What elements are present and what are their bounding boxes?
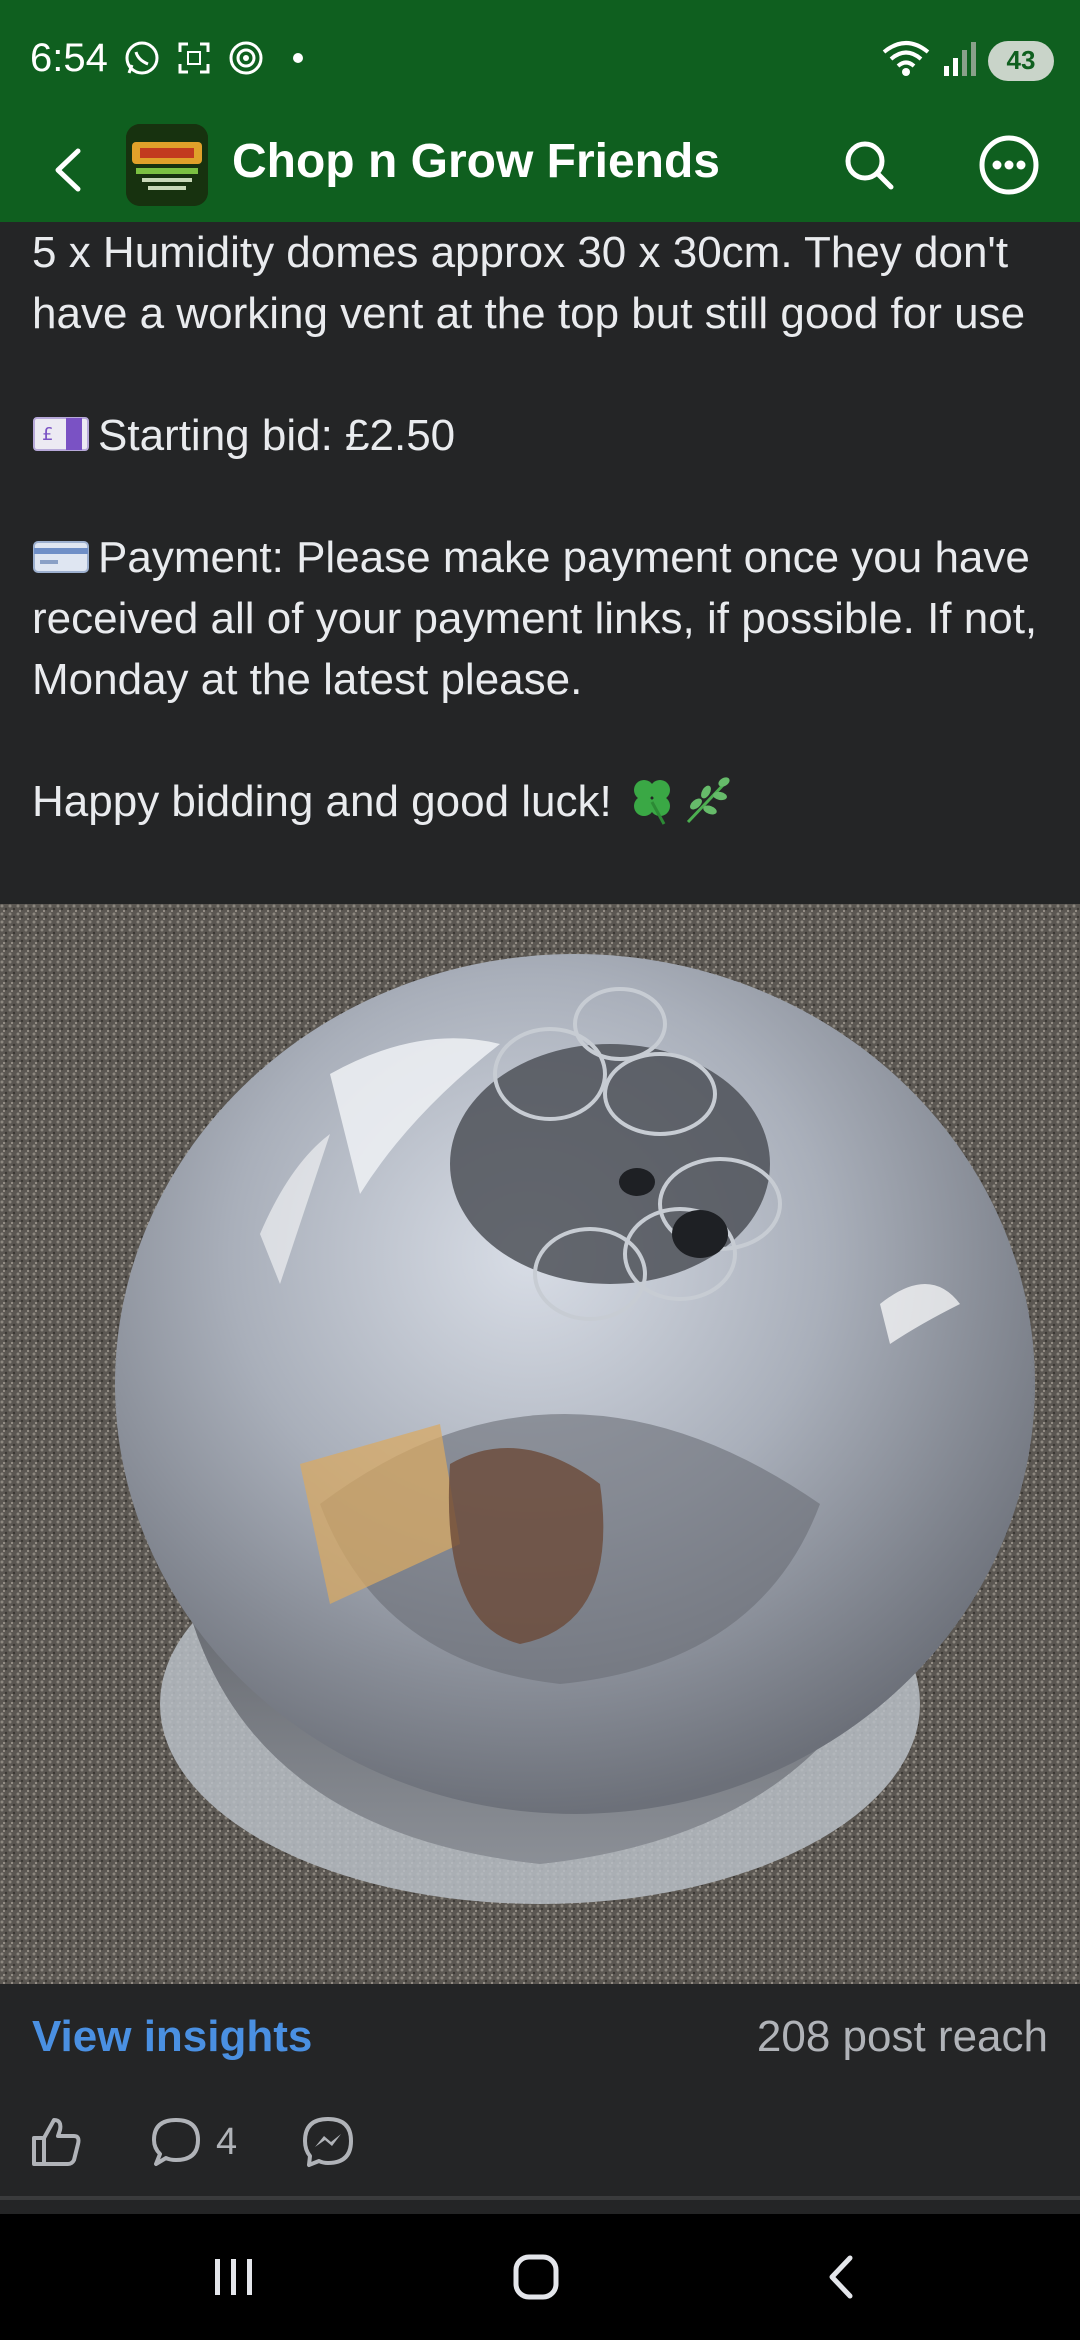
status-bar: 6:54 43 (0, 0, 1080, 120)
search-icon (845, 141, 894, 190)
notification-dot-icon (278, 38, 318, 78)
like-icon (32, 2118, 81, 2166)
more-icon (979, 135, 1039, 195)
comment-button[interactable]: 4 (148, 2112, 237, 2172)
closing-text: Happy bidding and good luck! (32, 777, 612, 826)
search-button[interactable] (836, 132, 902, 198)
post-description: 5 x Humidity domes approx 30 x 30cm. The… (32, 228, 1026, 338)
back-button[interactable] (36, 138, 100, 202)
closing-line: Happy bidding and good luck! (32, 771, 1052, 832)
messenger-icon (303, 2117, 353, 2167)
status-system: 43 (880, 38, 1054, 83)
post-photo[interactable] (0, 904, 1080, 1984)
system-back-button[interactable] (800, 2244, 880, 2310)
group-avatar[interactable] (126, 124, 208, 206)
status-time: 6:54 (30, 36, 108, 80)
comment-icon (152, 2118, 200, 2166)
comment-count: 4 (216, 2120, 238, 2163)
back-arrow-icon (55, 148, 81, 192)
post-reach: 208 post reach (756, 2012, 1048, 2061)
starting-bid-line: £ Starting bid: £2.50 (32, 405, 1052, 466)
home-icon (513, 2254, 559, 2300)
hotspot-icon (226, 38, 266, 78)
system-nav-bar (0, 2214, 1080, 2340)
svg-text:£: £ (42, 424, 53, 445)
app-bar: Chop n Grow Friends (0, 120, 1080, 222)
post-text: 5 x Humidity domes approx 30 x 30cm. The… (32, 222, 1052, 893)
like-button[interactable] (28, 2112, 84, 2172)
battery-icon: 43 (988, 40, 1054, 81)
starting-bid-text: Starting bid: £2.50 (98, 411, 456, 460)
recents-button[interactable] (194, 2244, 274, 2310)
clover-icon (624, 777, 680, 826)
actions-row: 4 (0, 2084, 1080, 2200)
view-insights-link[interactable]: View insights (32, 2012, 312, 2062)
back-icon (829, 2255, 853, 2299)
group-title[interactable]: Chop n Grow Friends (232, 134, 720, 189)
more-button[interactable] (976, 132, 1042, 198)
payment-text: Payment: Please make payment once you ha… (32, 533, 1038, 704)
payment-line: Payment: Please make payment once you ha… (32, 527, 1052, 710)
status-notifications (122, 38, 318, 78)
insights-row: View insights 208 post reach (0, 1984, 1080, 2084)
herb-icon (680, 777, 736, 826)
wifi-icon (880, 38, 932, 83)
home-button[interactable] (496, 2244, 576, 2310)
signal-icon (942, 38, 978, 83)
recents-icon (215, 2259, 252, 2295)
credit-card-icon (32, 531, 90, 573)
money-with-wings-icon: £ (32, 409, 90, 451)
screenshot-icon (174, 38, 214, 78)
humidity-dome-image (0, 904, 1080, 1984)
whatsapp-icon (122, 38, 162, 78)
messenger-share-button[interactable] (300, 2112, 356, 2172)
